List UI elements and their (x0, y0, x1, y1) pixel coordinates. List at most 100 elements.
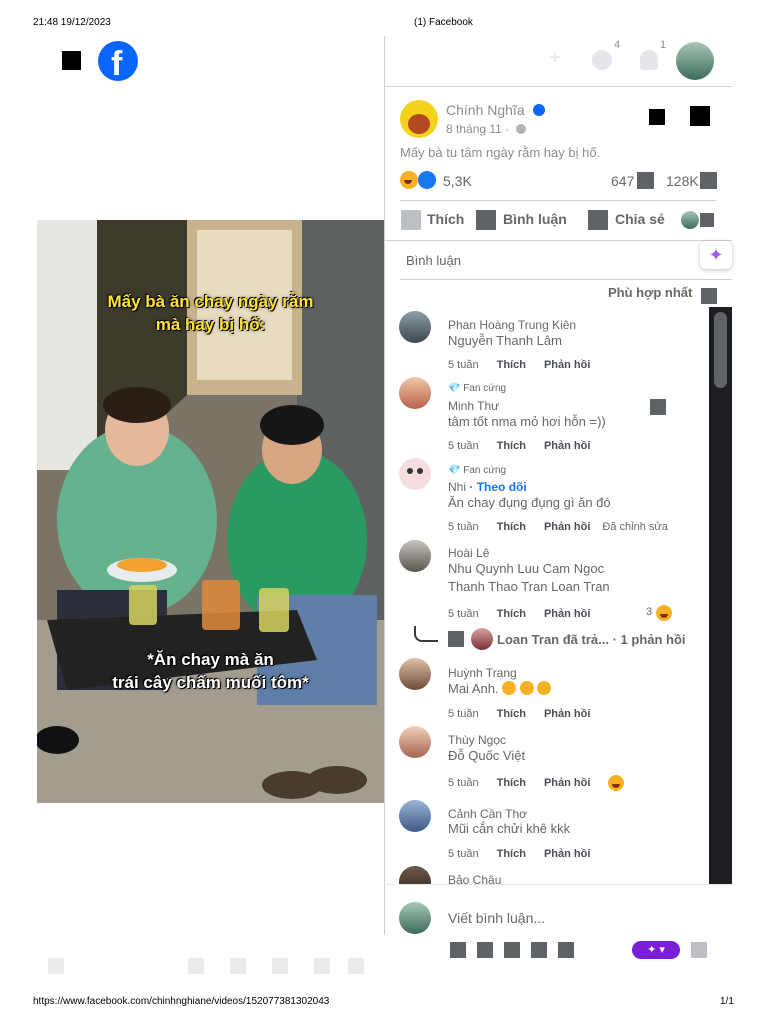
reply-arrow-icon[interactable] (448, 631, 464, 647)
commenter-avatar[interactable] (399, 458, 431, 490)
more-options-icon[interactable] (649, 109, 665, 125)
comment-text[interactable]: Mai Anh. (448, 681, 499, 696)
commenter-avatar[interactable] (399, 866, 431, 884)
commenter-avatar[interactable] (399, 726, 431, 758)
account-avatar[interactable] (676, 42, 714, 80)
comment-time[interactable]: 5 tuần (448, 359, 479, 371)
commenter-avatar[interactable] (399, 377, 431, 409)
reply-thread-count[interactable]: · 1 phản hồi (613, 632, 686, 647)
panel-border (384, 36, 385, 935)
messenger-icon[interactable] (592, 50, 612, 70)
comment-like-button[interactable]: Thích (497, 521, 526, 533)
comment-like-button[interactable]: Thích (497, 440, 526, 452)
comment-time[interactable]: 5 tuần (448, 708, 479, 720)
follow-link[interactable]: · Theo dõi (469, 480, 526, 494)
comment-meta: 5 tuần Thích Phản hồi (448, 440, 590, 452)
comment-reaction-count[interactable]: 3 (646, 606, 652, 618)
share-as-avatar[interactable] (681, 211, 699, 229)
reply-thread-line (414, 626, 438, 642)
author-name[interactable]: Chính Nghĩa (446, 102, 525, 118)
author-avatar[interactable] (400, 100, 438, 138)
comment-reply-button[interactable]: Phản hồi (544, 608, 590, 620)
comment-like-button[interactable]: Thích (497, 708, 526, 720)
comment-author[interactable]: Nhi (448, 480, 466, 494)
commenter-avatar[interactable] (399, 311, 431, 343)
reply-avatar[interactable] (471, 628, 493, 650)
comment-author[interactable]: Minh Thư (448, 399, 499, 413)
comment-options-icon[interactable] (650, 399, 666, 415)
comment-like-button[interactable]: Thích (497, 777, 526, 789)
comment-author[interactable]: Huỳnh Trang (448, 666, 517, 680)
close-icon[interactable] (62, 51, 81, 70)
gif-icon[interactable] (531, 942, 547, 958)
comment-time[interactable]: 5 tuần (448, 440, 479, 452)
post-date[interactable]: 8 tháng 11 · (446, 122, 509, 136)
reply-thread-text[interactable]: Loan Tran đã trả... (497, 632, 609, 647)
comment-like-button[interactable]: Thích (497, 359, 526, 371)
comment-button[interactable]: Bình luận (503, 211, 567, 227)
video-caption-top-line1: Mấy bà ăn chay ngày rằm (107, 292, 314, 311)
fan-badge: 💎 Fan cứng (448, 383, 507, 394)
commenter-avatar[interactable] (399, 658, 431, 690)
notifications-icon[interactable] (640, 50, 658, 70)
comment-reply-button[interactable]: Phản hồi (544, 521, 590, 533)
comment-time[interactable]: 5 tuần (448, 608, 479, 620)
share-button[interactable]: Chia sẻ (615, 211, 665, 227)
sort-comments[interactable]: Phù hợp nhất (608, 285, 692, 300)
sticker-icon[interactable] (558, 942, 574, 958)
comment-like-button[interactable]: Thích (497, 608, 526, 620)
comment-text-line: Mai Anh. (448, 680, 552, 698)
comment-time[interactable]: 5 tuần (448, 777, 479, 789)
emoji-icon[interactable] (477, 942, 493, 958)
comment-input[interactable]: Viết bình luận... (448, 910, 545, 926)
comments-scrollbar[interactable] (709, 307, 732, 884)
comment-text-line2[interactable]: Thanh Thao Tran Loan Tran (448, 578, 610, 596)
comment-reply-button[interactable]: Phản hồi (544, 359, 590, 371)
video-player[interactable]: Mấy bà ăn chay ngày rằm mà hay bị hố: *Ă… (37, 220, 384, 803)
facebook-logo-icon[interactable]: f (98, 41, 138, 83)
comment-author[interactable]: Cảnh Cần Thơ (448, 807, 527, 821)
composer-avatar (399, 902, 431, 934)
sort-dropdown-icon[interactable] (701, 288, 717, 304)
comment-text[interactable]: Nhu Quynh Luu Cam Ngoc (448, 560, 604, 578)
laugh-emoji-icon (537, 681, 552, 695)
share-as-dropdown-icon[interactable] (700, 213, 714, 227)
avatar-sticker-icon[interactable] (450, 942, 466, 958)
create-icon[interactable]: + (549, 47, 561, 70)
comment-author[interactable]: Thùy Ngọc (448, 733, 506, 747)
comment-reply-button[interactable]: Phản hồi (544, 708, 590, 720)
comment-edited-label: Đã chỉnh sửa (602, 521, 668, 533)
comment-author[interactable]: Hoài Lê (448, 546, 489, 560)
like-button[interactable]: Thích (427, 211, 464, 227)
print-datetime: 21:48 19/12/2023 (33, 17, 111, 28)
comment-text: Nguyễn Thanh Lâm (448, 333, 562, 348)
comment-reply-button[interactable]: Phản hồi (544, 440, 590, 452)
commenter-avatar[interactable] (399, 800, 431, 832)
reactions-count[interactable]: 5,3K (443, 173, 472, 189)
commenter-avatar[interactable] (399, 540, 431, 572)
comments-count[interactable]: 647 (611, 173, 634, 189)
like-icon[interactable] (401, 210, 421, 230)
share-icon[interactable] (588, 210, 608, 230)
comment-reply-button[interactable]: Phản hồi (544, 777, 590, 789)
laugh-emoji-icon (519, 681, 534, 695)
ai-write-button[interactable]: ✦ ▾ (632, 941, 680, 959)
send-icon[interactable] (691, 942, 707, 958)
comment-author[interactable]: Phan Hoàng Trung Kiên (448, 318, 576, 332)
comment-icon[interactable] (476, 210, 496, 230)
comment-text[interactable]: Đỗ Quốc Việt (448, 747, 525, 765)
comment-time[interactable]: 5 tuần (448, 848, 479, 860)
ai-sparkle-icon[interactable]: ✦ (700, 241, 732, 269)
shares-count[interactable]: 128K (666, 173, 699, 189)
comment-reply-button[interactable]: Phản hồi (544, 848, 590, 860)
comments-header-divider (400, 279, 732, 280)
reply-thread-link[interactable]: Loan Tran đã trả... · 1 phản hồi (497, 632, 686, 647)
video-caption-bottom: *Ăn chay mà ăn trái cây chấm muối tôm* (37, 648, 384, 694)
comment-like-button[interactable]: Thích (497, 848, 526, 860)
comment-time[interactable]: 5 tuần (448, 521, 479, 533)
print-page-number: 1/1 (720, 996, 734, 1007)
comments-scroll-thumb[interactable] (714, 312, 727, 388)
close-post-icon[interactable] (690, 106, 710, 126)
camera-icon[interactable] (504, 942, 520, 958)
notifications-badge: 1 (660, 39, 667, 51)
